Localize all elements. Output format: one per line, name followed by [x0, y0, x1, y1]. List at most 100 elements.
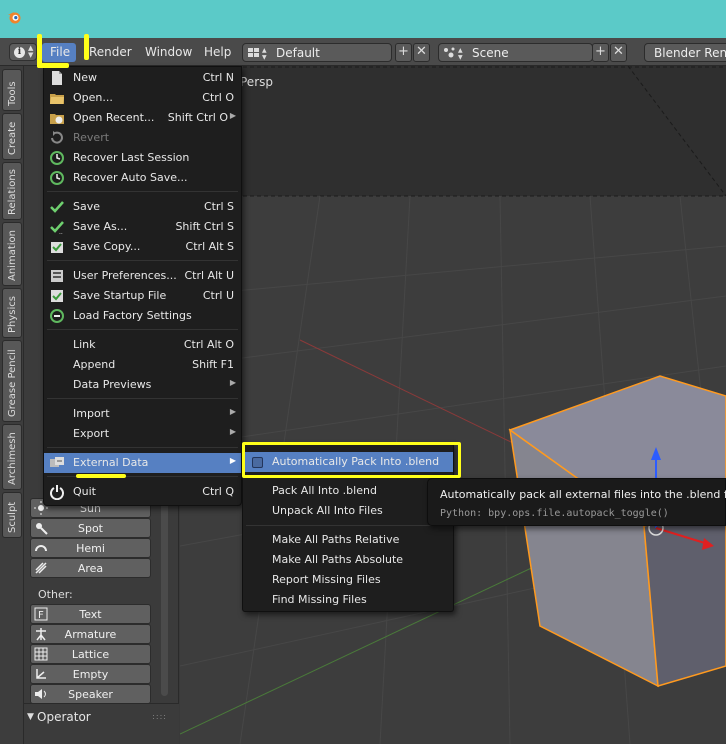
- tab-sculpt[interactable]: Sculpt: [2, 492, 22, 538]
- other-heading: Other:: [38, 588, 73, 601]
- menu-item-label: Save Copy...: [73, 240, 141, 253]
- tab-animation[interactable]: Animation: [2, 222, 22, 286]
- menu-separator: [47, 447, 238, 448]
- menu-item-external-data[interactable]: External Data ▶: [44, 453, 241, 473]
- submenu-item-make-paths-absolute[interactable]: Make All Paths Absolute: [243, 550, 453, 570]
- menu-item-recover-auto-save[interactable]: Recover Auto Save...: [44, 168, 241, 188]
- submenu-item-pack-all[interactable]: Pack All Into .blend: [243, 481, 453, 501]
- menu-item-save-as[interactable]: .. Save As... Shift Ctrl S: [44, 217, 241, 237]
- menu-item-link[interactable]: Link Ctrl Alt O: [44, 335, 241, 355]
- add-layout-button[interactable]: +: [395, 43, 412, 62]
- menu-item-export[interactable]: Export ▶: [44, 424, 241, 444]
- menu-render[interactable]: Render: [89, 45, 132, 59]
- submenu-item-find-missing[interactable]: Find Missing Files: [243, 590, 453, 610]
- delete-scene-button[interactable]: ✕: [610, 43, 627, 62]
- menu-item-import[interactable]: Import ▶: [44, 404, 241, 424]
- menu-window[interactable]: Window: [145, 45, 192, 59]
- submenu-item-label: Make All Paths Relative: [272, 533, 400, 546]
- menu-item-open[interactable]: Open... Ctrl O: [44, 88, 241, 108]
- add-spot-button[interactable]: Spot: [30, 518, 151, 538]
- screen-layout-selector[interactable]: ▲ ▼ Default: [242, 43, 392, 62]
- add-hemi-button[interactable]: Hemi: [30, 538, 151, 558]
- annotation-underline: [76, 474, 126, 478]
- menu-item-shortcut: Ctrl U: [202, 289, 234, 302]
- scene-icon: ▲▼: [444, 47, 463, 60]
- tab-tools[interactable]: Tools: [2, 69, 22, 111]
- submenu-arrow-icon: ▶: [229, 407, 236, 416]
- append-icon: [49, 357, 65, 373]
- menu-file[interactable]: File: [50, 45, 70, 59]
- menu-item-shortcut: Ctrl O: [202, 91, 234, 104]
- submenu-item-unpack-all[interactable]: Unpack All Into Files: [243, 501, 453, 521]
- save-check-icon: [50, 201, 64, 213]
- menu-item-label: Import: [73, 407, 110, 420]
- tab-physics[interactable]: Physics: [2, 288, 22, 338]
- menu-item-label: Data Previews: [73, 378, 152, 391]
- revert-icon: [51, 131, 63, 144]
- 3d-viewport[interactable]: Persp: [180, 66, 726, 744]
- menu-item-user-preferences[interactable]: User Preferences... Ctrl Alt U: [44, 266, 241, 286]
- quit-icon: [50, 485, 64, 500]
- tab-grease-pencil[interactable]: Grease Pencil: [2, 340, 22, 422]
- add-speaker-button[interactable]: Speaker: [30, 684, 151, 704]
- editor-type-selector[interactable]: i ▲ ▼: [9, 43, 37, 61]
- submenu-item-label: Pack All Into .blend: [272, 484, 377, 497]
- submenu-item-report-missing[interactable]: Report Missing Files: [243, 570, 453, 590]
- add-spot-label: Spot: [77, 522, 103, 535]
- menu-separator: [47, 191, 238, 192]
- menu-item-load-factory-settings[interactable]: Load Factory Settings: [44, 306, 241, 326]
- menu-item-shortcut: Shift F1: [192, 358, 234, 371]
- add-armature-button[interactable]: Armature: [30, 624, 151, 644]
- tab-create[interactable]: Create: [2, 113, 22, 160]
- menu-item-new[interactable]: New Ctrl N: [44, 68, 241, 88]
- submenu-item-make-paths-relative[interactable]: Make All Paths Relative: [243, 530, 453, 550]
- annotation-mark: [84, 34, 89, 60]
- add-area-button[interactable]: Area: [30, 558, 151, 578]
- menu-item-save-startup-file[interactable]: Save Startup File Ctrl U: [44, 286, 241, 306]
- add-text-button[interactable]: F Text: [30, 604, 151, 624]
- menu-item-label: Recover Last Session: [73, 151, 190, 164]
- menu-item-open-recent[interactable]: Open Recent... Shift Ctrl O ▶: [44, 108, 241, 128]
- svg-text:▼: ▼: [262, 54, 267, 60]
- save-startup-icon: [51, 290, 63, 302]
- menu-item-label: User Preferences...: [73, 269, 177, 282]
- menu-item-label: Open Recent...: [73, 111, 155, 124]
- delete-layout-button[interactable]: ✕: [413, 43, 430, 62]
- menu-item-label: Append: [73, 358, 116, 371]
- scene-name: Scene: [472, 46, 509, 60]
- tab-archimesh[interactable]: Archimesh: [2, 424, 22, 490]
- submenu-item-label: Report Missing Files: [272, 573, 381, 586]
- operator-panel-title: Operator: [37, 710, 91, 724]
- preferences-icon: [51, 270, 63, 282]
- add-scene-button[interactable]: +: [592, 43, 609, 62]
- tab-relations[interactable]: Relations: [2, 162, 22, 220]
- menu-item-data-previews[interactable]: Data Previews ▶: [44, 375, 241, 395]
- menu-item-save-copy[interactable]: Save Copy... Ctrl Alt S: [44, 237, 241, 257]
- menu-item-label: Recover Auto Save...: [73, 171, 188, 184]
- menu-item-save[interactable]: Save Ctrl S: [44, 197, 241, 217]
- menu-item-recover-last-session[interactable]: Recover Last Session: [44, 148, 241, 168]
- submenu-arrow-icon: ▶: [229, 456, 236, 465]
- external-data-icon: [50, 457, 64, 467]
- render-engine-selector[interactable]: Blender Render: [644, 43, 726, 62]
- submenu-arrow-icon: ▶: [229, 378, 236, 387]
- menu-item-label: Export: [73, 427, 110, 440]
- menu-item-quit[interactable]: Quit Ctrl Q: [44, 482, 241, 502]
- save-as-icon: ..: [50, 221, 64, 235]
- add-armature-label: Armature: [64, 628, 117, 641]
- new-file-icon: [52, 71, 62, 85]
- menu-item-label: Save Startup File: [73, 289, 167, 302]
- scene-selector[interactable]: ▲ ▼ Scene: [438, 43, 593, 62]
- add-lattice-button[interactable]: Lattice: [30, 644, 151, 664]
- menu-item-append[interactable]: Append Shift F1: [44, 355, 241, 375]
- menu-item-revert[interactable]: Revert: [44, 128, 241, 148]
- blender-logo-icon[interactable]: [6, 9, 22, 25]
- menu-item-label: External Data: [73, 456, 149, 469]
- menu-item-label: Save As...: [73, 220, 128, 233]
- add-empty-button[interactable]: Empty: [30, 664, 151, 684]
- drag-grip-icon[interactable]: ::::: [152, 712, 167, 721]
- add-speaker-label: Speaker: [68, 688, 113, 701]
- operator-panel-header[interactable]: ▼ Operator ::::: [24, 703, 179, 744]
- menu-item-shortcut: Shift Ctrl S: [175, 220, 234, 233]
- menu-help[interactable]: Help: [204, 45, 231, 59]
